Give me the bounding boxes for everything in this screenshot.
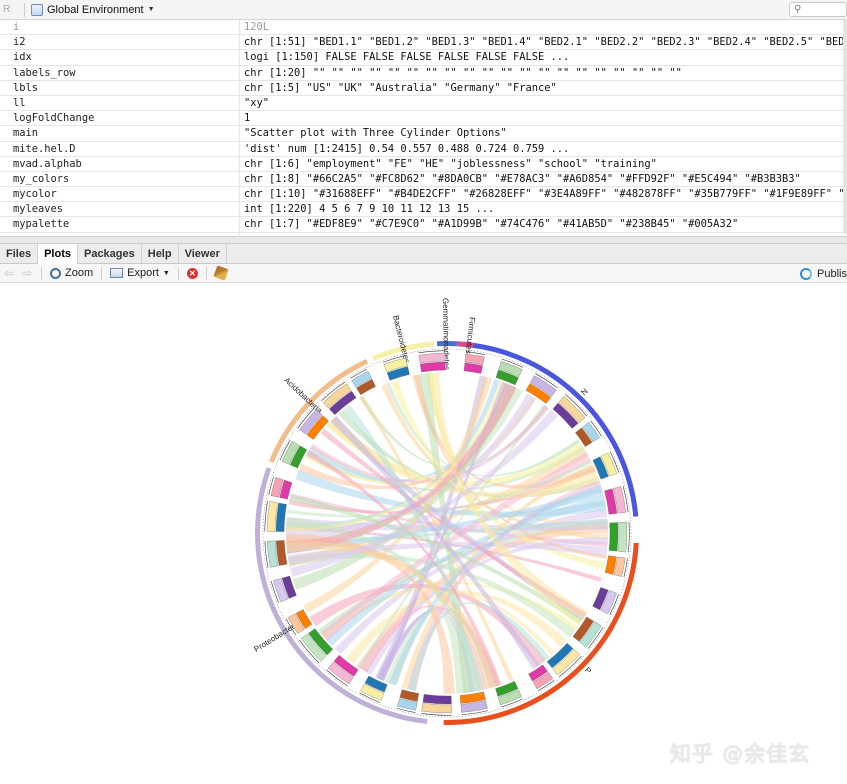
back-arrow-icon[interactable]: ⇦ xyxy=(0,266,18,280)
sector-block xyxy=(420,361,446,373)
publish-icon xyxy=(800,267,813,280)
environment-row[interactable]: idx logi [1:150] FALSE FALSE FALSE FALSE … xyxy=(0,50,847,66)
toolbar-divider xyxy=(101,266,103,280)
environment-select[interactable]: Global Environment ▼ xyxy=(31,3,155,16)
r-icon[interactable]: R xyxy=(0,4,18,15)
variable-value: chr [1:5] "US" "UK" "Australia" "Germany… xyxy=(244,81,557,94)
sector-block xyxy=(608,522,619,552)
variable-value: chr [1:6] "employment" "FE" "HE" "jobles… xyxy=(244,157,657,170)
database-icon xyxy=(31,3,43,16)
environment-row[interactable]: main "Scatter plot with Three Cylinder Op… xyxy=(0,126,847,142)
variable-name: i2 xyxy=(0,35,240,50)
search-icon: ⚲ xyxy=(794,4,802,15)
variable-name: mycolor xyxy=(0,187,240,202)
environment-row[interactable]: lbls chr [1:5] "US" "UK" "Australia" "Ger… xyxy=(0,80,847,96)
toolbar-divider xyxy=(41,266,42,280)
watermark: 知乎 @余佳玄 xyxy=(670,742,811,766)
environment-row[interactable]: my_colors chr [1:8] "#66C2A5" "#FC8D62" "… xyxy=(0,171,847,188)
environment-table: i 120L i2 chr [1:51] "BED1.1" "BED1.2" "BED… xyxy=(0,20,847,236)
plot-viewer: N P Proteobacteria Acidobacteria Bacteroidet… xyxy=(0,283,847,784)
variable-name: ll xyxy=(0,95,240,111)
toolbar-divider xyxy=(177,266,179,280)
variable-name: main xyxy=(0,126,240,141)
variable-value: int [1:220] 4 5 6 7 9 10 11 12 13 15 ... xyxy=(244,203,495,216)
variable-value: chr [1:7] "#EDF8E9" "#C7E9C0" "#A1D99B" … xyxy=(244,218,739,231)
export-button[interactable]: Export ▼ xyxy=(107,267,173,279)
sector-block xyxy=(422,694,452,705)
zoom-button[interactable]: Zoom xyxy=(47,267,96,279)
sector-block xyxy=(421,703,452,714)
environment-search-input[interactable]: ⚲ xyxy=(789,2,847,17)
scale-tick xyxy=(418,350,446,354)
broom-icon xyxy=(213,265,229,281)
plot-toolbar: ⇦ ⇨ Zoom Export ▼ ✕ Publis xyxy=(0,264,847,283)
tab-plots[interactable]: Plots xyxy=(38,244,78,264)
magnifier-icon xyxy=(50,267,61,279)
variable-value: chr [1:8] "#66C2A5" "#FC8D62" "#8DA0CB" … xyxy=(244,172,801,185)
remove-icon: ✕ xyxy=(186,267,198,279)
group-label: Firmicutes xyxy=(464,317,477,355)
tab-files[interactable]: Files xyxy=(0,244,39,264)
environment-row[interactable]: i2 chr [1:51] "BED1.1" "BED1.2" "BED1.3" … xyxy=(0,35,847,51)
environment-row[interactable]: myleaves int [1:220] 4 5 6 7 9 10 11 12 1… xyxy=(0,202,847,218)
environment-row[interactable]: mycolor chr [1:10] "#31688EFF" "#B4DE2CFF… xyxy=(0,187,847,203)
toolbar-divider xyxy=(205,266,207,280)
toolbar-divider xyxy=(24,2,25,17)
tab-viewer[interactable]: Viewer xyxy=(179,244,227,264)
tab-packages[interactable]: Packages xyxy=(78,244,142,264)
variable-value: chr [1:20] "" "" "" "" "" "" "" "" "" ""… xyxy=(244,66,682,79)
sector-block xyxy=(617,521,628,553)
variable-value: logi [1:150] FALSE FALSE FALSE FALSE FAL… xyxy=(244,51,570,64)
forward-arrow-icon[interactable]: ⇨ xyxy=(18,266,36,280)
publish-label: Publis xyxy=(817,267,847,280)
variable-value: chr [1:51] "BED1.1" "BED1.2" "BED1.3" "B… xyxy=(244,36,847,49)
export-label: Export xyxy=(127,267,159,279)
environment-row[interactable]: logFoldChange 1 xyxy=(0,111,847,127)
export-icon xyxy=(110,268,124,278)
variable-value: 1 xyxy=(244,112,251,125)
variable-name: labels_row xyxy=(0,65,240,80)
variable-name: mvad.alphab xyxy=(0,156,240,171)
chevron-down-icon: ▼ xyxy=(162,269,170,277)
variable-name: myleaves xyxy=(0,202,240,217)
variable-value: "Scatter plot with Three Cylinder Option… xyxy=(244,127,507,140)
zoom-label: Zoom xyxy=(65,267,94,279)
environment-row[interactable]: i 120L xyxy=(0,20,847,36)
chevron-down-icon: ▼ xyxy=(147,6,155,13)
environment-toolbar: R Global Environment ▼ ⚲ xyxy=(0,0,847,20)
environment-scrollbar[interactable] xyxy=(843,20,847,234)
environment-row[interactable]: mvad.alphab chr [1:6] "employment" "FE" "… xyxy=(0,156,847,172)
variable-value: "xy" xyxy=(244,96,270,109)
clear-plots-button[interactable] xyxy=(212,265,230,281)
remove-plot-button[interactable]: ✕ xyxy=(184,267,201,279)
pane-tabs: Files Plots Packages Help Viewer xyxy=(0,244,847,264)
environment-row[interactable]: ll "xy" xyxy=(0,95,847,112)
environment-label: Global Environment xyxy=(47,3,144,16)
variable-name: mite.hel.D xyxy=(0,141,240,156)
sector-block xyxy=(276,540,288,566)
variable-name: my_colors xyxy=(0,171,240,187)
variable-value: 120L xyxy=(244,21,270,33)
sector-block xyxy=(463,362,483,374)
scale-tick xyxy=(627,521,630,553)
variable-name: mypalette xyxy=(0,217,240,232)
environment-row[interactable]: mypalette chr [1:7] "#EDF8E9" "#C7E9C0" "… xyxy=(0,217,847,233)
sector-block xyxy=(418,352,446,364)
variable-value: chr [1:10] "#31688EFF" "#B4DE2CFF" "#268… xyxy=(244,188,847,201)
environment-row[interactable]: mite.hel.D 'dist' num [1:2415] 0.54 0.557… xyxy=(0,141,847,157)
chord-diagram: NPProteobacteriaAcidobacteriaBacteroidet… xyxy=(252,298,639,725)
variable-value: 'dist' num [1:2415] 0.54 0.557 0.488 0.7… xyxy=(244,142,570,155)
variable-name: i xyxy=(0,20,240,35)
variable-name: lbls xyxy=(0,80,240,95)
environment-row[interactable]: labels_row chr [1:20] "" "" "" "" "" "" "… xyxy=(0,65,847,81)
variable-name: idx xyxy=(0,50,240,65)
variable-name: logFoldChange xyxy=(0,111,240,126)
scale-tick xyxy=(421,713,452,716)
tab-help[interactable]: Help xyxy=(142,244,179,264)
publish-button[interactable]: Publis xyxy=(800,264,847,283)
sector-block xyxy=(275,502,287,532)
pane-splitter[interactable] xyxy=(0,236,847,244)
